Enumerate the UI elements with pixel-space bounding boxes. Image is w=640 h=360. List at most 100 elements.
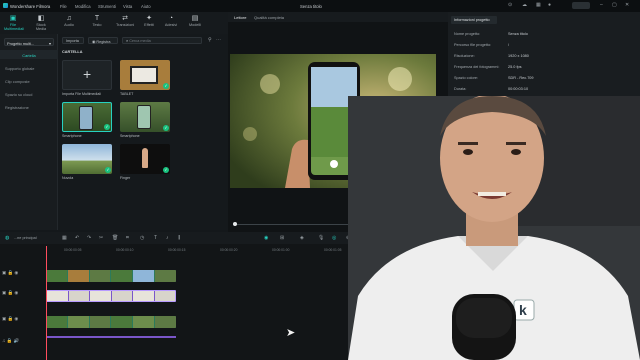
svg-text:k: k (519, 302, 527, 318)
tool-stock-media[interactable]: ◧ Stock Media (32, 14, 50, 31)
sidebar-item-compound[interactable]: Clip composte (0, 76, 58, 85)
avatar[interactable]: ● (548, 2, 551, 8)
tab-player[interactable]: Lettore (234, 15, 246, 20)
transition-icon: ⇄ (122, 15, 128, 22)
sidebar-item-cloud[interactable]: Spazio su cloud (0, 89, 58, 98)
menu-tools[interactable]: Strumenti (98, 4, 116, 9)
minimize-icon[interactable]: – (600, 2, 603, 8)
ruler-tick: 00:00:00:20 (220, 248, 238, 252)
crop-icon[interactable]: ⌗ (126, 235, 129, 241)
media-item-label: Finger (120, 176, 131, 180)
project-selector[interactable]: Progetto multi... ▾ (4, 38, 54, 46)
sidebar-item-folder[interactable]: Cartella (0, 50, 58, 59)
effects-icon: ✦ (146, 15, 152, 22)
folder-title: CARTELLA (62, 50, 83, 54)
track-divider (46, 336, 176, 338)
ruler-tick: 00:00:00:15 (168, 248, 186, 252)
import-dropdown[interactable]: Importa (62, 37, 84, 44)
record-dropdown[interactable]: ◉ Registra (88, 37, 118, 44)
app-name: Wondershare Filmora (10, 3, 51, 9)
search-input[interactable]: ⌕ Cerca media (122, 37, 202, 44)
delete-icon[interactable]: 🗑 (112, 235, 118, 241)
info-label: Percorso file progetto: (454, 43, 492, 47)
audio-track-icon: ♫ (2, 338, 6, 343)
ruler-tick: 00:00:00:05 (64, 248, 82, 252)
text-tool-icon[interactable]: T (154, 235, 157, 241)
menu-edit[interactable]: Modifica (75, 4, 91, 9)
app-window: Wondershare Filmora File Modifica Strume… (0, 0, 640, 360)
snap-icon[interactable]: ⊞ (280, 235, 284, 241)
eye-icon[interactable]: ◉ (14, 270, 18, 275)
timeline-clip[interactable] (46, 270, 176, 282)
info-tab[interactable]: Informazioni progetto (451, 16, 497, 24)
tool-transitions[interactable]: ⇄ Transizioni (116, 14, 134, 27)
more-icon[interactable]: ⋯ (216, 37, 221, 43)
tool-text[interactable]: T Testo (88, 14, 106, 27)
menu-file[interactable]: File (60, 4, 67, 9)
grid-icon[interactable]: ▦ (536, 2, 541, 8)
media-library: Importa ◉ Registra ⌕ Cerca media ⚲ ⋯ CAR… (58, 34, 228, 230)
mic-icon[interactable]: 🎙 (318, 235, 324, 241)
lock-icon[interactable]: 🔒 (7, 338, 13, 343)
music-note-icon: ♫ (66, 15, 72, 22)
tool-media[interactable]: ▣ File Multimediali (4, 14, 24, 31)
audio-tool-icon[interactable]: ♪ (166, 235, 169, 241)
grid-view-icon[interactable]: ▦ (62, 235, 67, 241)
bell-icon[interactable]: ⊙ (508, 2, 512, 8)
media-item-label: Smartphone (120, 134, 140, 138)
close-icon[interactable]: ✕ (625, 2, 629, 8)
check-icon: ✓ (163, 167, 169, 173)
eye-icon[interactable]: ◉ (14, 316, 18, 321)
menu-help[interactable]: Aiuto (141, 4, 151, 9)
redo-icon[interactable]: ↷ (87, 235, 91, 241)
cut-icon[interactable]: ✂ (99, 235, 103, 241)
info-value: 00:00:03:10 (508, 87, 529, 91)
import-media-tile[interactable]: + (62, 60, 112, 90)
check-icon: ✓ (105, 167, 111, 173)
undo-icon[interactable]: ↶ (75, 235, 79, 241)
lock-icon[interactable]: 🔒 (8, 270, 14, 275)
media-item-tablet[interactable]: ✓ (120, 60, 170, 90)
lock-icon[interactable]: 🔒 (8, 316, 14, 321)
media-item-label: Nuvola (62, 176, 74, 180)
ruler-tick: 00:00:00:10 (116, 248, 134, 252)
auto-icon[interactable]: ◎ (332, 235, 336, 241)
ai-tool-icon[interactable]: ◉ (264, 235, 268, 241)
info-value: / (508, 43, 510, 47)
tool-templates[interactable]: ▤ Modelli (186, 14, 204, 27)
sidebar-item-recording[interactable]: Registrazione (0, 102, 58, 111)
tab-quality[interactable]: Qualità completa (254, 15, 284, 20)
timeline-clip[interactable] (46, 316, 176, 328)
tool-stickers[interactable]: ◔ Adesivi (162, 14, 180, 27)
lock-icon[interactable]: 🔒 (8, 290, 14, 295)
eye-icon[interactable]: ◉ (14, 290, 18, 295)
info-label: Frequenza dei fotogrammi: (454, 65, 500, 69)
mouse-cursor-icon: ➤ (286, 327, 296, 339)
speaker-icon[interactable]: 🔊 (14, 338, 20, 343)
maximize-icon[interactable]: ▢ (612, 2, 617, 8)
cloud-icon[interactable]: ☁ (522, 2, 527, 8)
marker-icon[interactable]: ◈ (300, 235, 304, 241)
playhead[interactable] (46, 246, 47, 360)
split-icon[interactable]: ⫼ (178, 235, 180, 241)
tool-effects[interactable]: ✦ Effetti (140, 14, 158, 27)
timeline-clip-selected[interactable] (46, 290, 176, 302)
info-label: Durata: (454, 87, 467, 91)
media-item-smartphone-2[interactable]: ✓ (120, 102, 170, 132)
track-header-video-1: ▣ 🔒 ◉ (2, 316, 44, 334)
filter-icon[interactable]: ⚲ (208, 37, 212, 43)
sequence-selector[interactable]: ...ne principal (14, 236, 37, 240)
preview-tabs: Lettore Qualità completa (228, 12, 448, 22)
check-icon: ✓ (163, 83, 169, 89)
info-value: SDR - Rec.709 (508, 76, 534, 80)
scrubber-handle[interactable] (233, 222, 237, 226)
media-item-label: Smartphone (62, 134, 82, 138)
sidebar-item-global[interactable]: Supporto globale (0, 63, 58, 72)
tool-audio[interactable]: ♫ Audio (60, 14, 78, 27)
export-button[interactable] (572, 2, 590, 9)
speed-icon[interactable]: ◷ (140, 235, 144, 241)
media-item-sky[interactable]: ✓ (62, 144, 112, 174)
menu-view[interactable]: Vista (123, 4, 132, 9)
media-item-finger[interactable]: ✓ (120, 144, 170, 174)
media-item-smartphone-1[interactable]: ✓ (62, 102, 112, 132)
